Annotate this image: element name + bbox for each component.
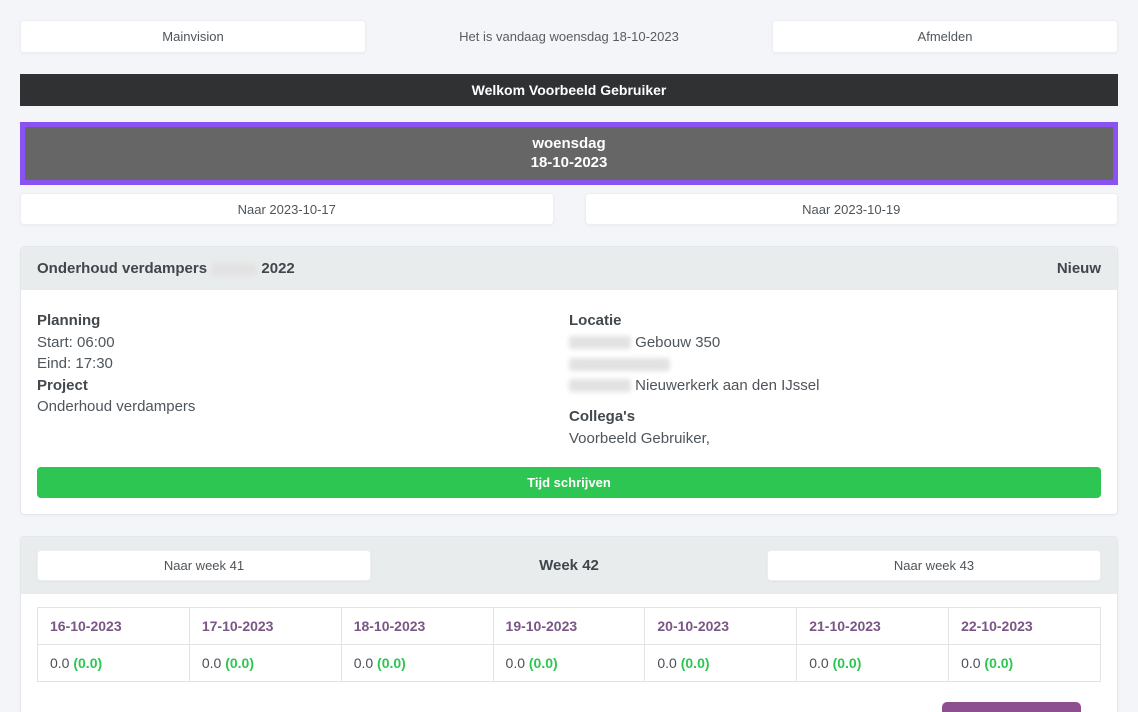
hours-cell: 0.0 (0.0) — [188, 644, 342, 682]
job-card-header: Onderhoud verdampers 2022 Nieuw — [21, 247, 1117, 290]
hours-cell: 0.0 (0.0) — [492, 644, 646, 682]
previous-week-button[interactable]: Naar week 41 — [37, 550, 371, 581]
date-column-header: 22-10-2023 — [948, 607, 1101, 645]
hours-cell: 0.0 (0.0) — [644, 644, 798, 682]
redacted-text — [569, 336, 631, 350]
job-title-prefix: Onderhoud verdampers — [37, 260, 208, 277]
logout-button[interactable]: Afmelden — [772, 20, 1118, 53]
planning-end: Eind: 17:30 — [37, 355, 113, 372]
next-week-button-label: Naar week 43 — [893, 558, 975, 573]
hours-extra-value: (0.0) — [984, 655, 1014, 671]
hours-extra-value: (0.0) — [528, 655, 558, 671]
hours-value: 0.0 — [50, 655, 70, 671]
location-line-3: Nieuwerkerk aan den IJssel — [569, 375, 1101, 397]
hours-value: 0.0 — [353, 655, 374, 671]
selected-day-date: 18-10-2023 — [530, 154, 608, 171]
next-day-button-label: Naar 2023-10-19 — [802, 201, 901, 217]
selected-day-weekday: woensdag — [532, 135, 606, 152]
location-building: Gebouw 350 — [635, 333, 721, 351]
current-week-label: Week 42 — [539, 557, 599, 574]
logout-button-label: Afmelden — [917, 29, 973, 44]
hours-value: 0.0 — [505, 655, 525, 671]
location-column: Locatie Gebouw 350 Nieuwerkerk aan den I… — [569, 310, 1101, 449]
page: Mainvision Het is vandaag woensdag 18-10… — [0, 0, 1138, 712]
colleagues-names: Voorbeeld Gebruiker, — [569, 429, 710, 447]
welcome-text: Welkom Voorbeeld Gebruiker — [471, 82, 667, 98]
week-card-header: Naar week 41 Week 42 Naar week 43 — [21, 537, 1117, 594]
hours-cell: 0.0 (0.0) — [37, 644, 190, 682]
date-column-header: 16-10-2023 — [37, 607, 190, 645]
table-header-row: 16-10-2023 17-10-2023 18-10-2023 19-10-2… — [37, 607, 1101, 645]
date-column-header: 17-10-2023 — [188, 607, 342, 645]
project-name: Onderhoud verdampers — [37, 398, 196, 415]
hours-cell: 0.0 (0.0) — [948, 644, 1101, 682]
week-card: Naar week 41 Week 42 Naar week 43 16-10-… — [20, 536, 1118, 712]
location-heading: Locatie — [569, 312, 622, 329]
colleagues-heading: Collega's — [569, 408, 636, 425]
hours-cell: 0.0 (0.0) — [340, 644, 494, 682]
week-table-wrapper: 16-10-2023 17-10-2023 18-10-2023 19-10-2… — [21, 594, 1117, 682]
planning-column: Planning Start: 06:00 Eind: 17:30 Projec… — [37, 310, 569, 449]
location-city: Nieuwerkerk aan den IJssel — [635, 376, 820, 394]
hours-extra-value: (0.0) — [225, 655, 254, 671]
planning-start: Start: 06:00 — [37, 333, 115, 351]
next-day-button[interactable]: Naar 2023-10-19 — [584, 193, 1118, 225]
hours-extra-value: (0.0) — [73, 655, 103, 671]
location-line-2 — [569, 353, 1101, 375]
mainvision-button-label: Mainvision — [162, 29, 224, 44]
hours-cell: 0.0 (0.0) — [796, 644, 950, 682]
welcome-bar: Welkom Voorbeeld Gebruiker — [20, 74, 1118, 106]
hours-extra-value: (0.0) — [680, 655, 710, 671]
location-line-1: Gebouw 350 — [569, 332, 1101, 354]
hours-value: 0.0 — [657, 655, 677, 671]
date-column-header: 19-10-2023 — [492, 607, 646, 645]
planning-heading: Planning — [37, 312, 101, 329]
today-text: Het is vandaag woensdag 18-10-2023 — [459, 29, 679, 44]
job-card-title: Onderhoud verdampers 2022 — [37, 260, 295, 277]
date-column-header: 20-10-2023 — [644, 607, 798, 645]
date-column-header: 21-10-2023 — [796, 607, 950, 645]
mainvision-button[interactable]: Mainvision — [20, 20, 366, 53]
previous-week-button-label: Naar week 41 — [163, 558, 245, 573]
job-card-body: Planning Start: 06:00 Eind: 17:30 Projec… — [21, 290, 1117, 457]
week-action-button[interactable] — [942, 702, 1081, 712]
hours-value: 0.0 — [809, 655, 829, 671]
hours-extra-value: (0.0) — [832, 655, 862, 671]
job-title-suffix: 2022 — [261, 260, 295, 277]
job-card: Onderhoud verdampers 2022 Nieuw Planning… — [20, 246, 1118, 515]
redacted-text — [569, 379, 631, 393]
week-hours-table: 16-10-2023 17-10-2023 18-10-2023 19-10-2… — [37, 607, 1101, 682]
selected-day-panel: woensdag 18-10-2023 — [20, 122, 1118, 185]
table-values-row: 0.0 (0.0) 0.0 (0.0) 0.0 (0.0) 0.0 (0.0) … — [37, 644, 1101, 682]
hours-extra-value: (0.0) — [377, 655, 406, 671]
project-heading: Project — [37, 376, 88, 394]
day-navigation: Naar 2023-10-17 Naar 2023-10-19 — [20, 193, 1118, 225]
redacted-text — [211, 262, 258, 276]
previous-day-button[interactable]: Naar 2023-10-17 — [20, 193, 554, 225]
next-week-button[interactable]: Naar week 43 — [767, 550, 1101, 581]
week-card-footer — [21, 682, 1117, 712]
previous-day-button-label: Naar 2023-10-17 — [237, 201, 336, 217]
date-column-header: 18-10-2023 — [340, 607, 494, 645]
hours-value: 0.0 — [961, 655, 981, 671]
top-bar: Mainvision Het is vandaag woensdag 18-10… — [20, 20, 1118, 53]
write-time-button[interactable]: Tijd schrijven — [37, 467, 1101, 498]
redacted-text — [569, 357, 670, 371]
hours-value: 0.0 — [201, 655, 222, 671]
status-badge: Nieuw — [1056, 260, 1101, 277]
